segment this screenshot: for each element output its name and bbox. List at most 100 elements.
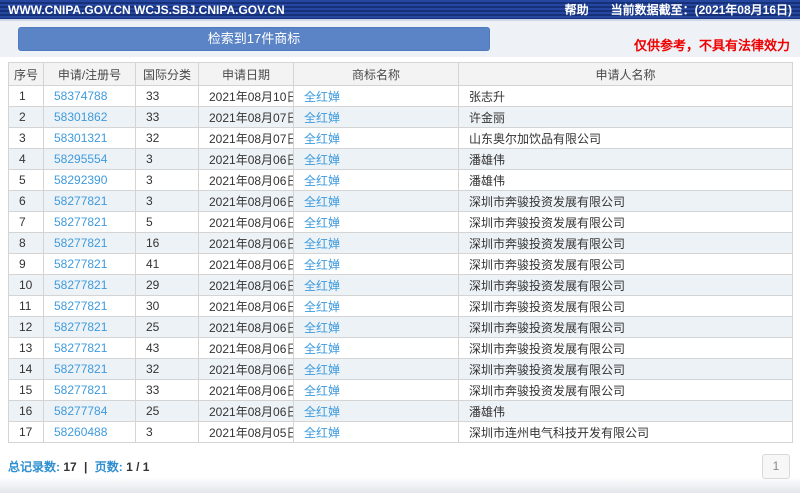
application-number-link[interactable]: 58277821: [54, 194, 107, 208]
cell-seq: 5: [9, 170, 44, 191]
application-number-link[interactable]: 58277821: [54, 341, 107, 355]
application-number-link[interactable]: 58277821: [54, 236, 107, 250]
trademark-name-link[interactable]: 全红婵: [304, 174, 340, 188]
application-number-link[interactable]: 58292390: [54, 173, 107, 187]
table-row: 3 58301321 32 2021年08月07日 全红婵 山东奥尔加饮品有限公…: [9, 128, 793, 149]
trademark-name-link[interactable]: 全红婵: [304, 153, 340, 167]
trademark-name-link[interactable]: 全红婵: [304, 132, 340, 146]
trademark-name-link[interactable]: 全红婵: [304, 237, 340, 251]
results-table-container: 序号 申请/注册号 国际分类 申请日期 商标名称 申请人名称 1 5837478…: [8, 62, 792, 443]
application-number-link[interactable]: 58277821: [54, 299, 107, 313]
trademark-name-link[interactable]: 全红婵: [304, 90, 340, 104]
footer-bar: 总记录数: 17 | 页数: 1 / 1 1: [8, 454, 790, 479]
page-1-button[interactable]: 1: [762, 454, 790, 479]
cell-application-date: 2021年08月05日: [199, 422, 294, 443]
trademark-name-link[interactable]: 全红婵: [304, 111, 340, 125]
cell-intl-class: 3: [136, 149, 199, 170]
application-number-link[interactable]: 58374788: [54, 89, 107, 103]
cell-application-number: 58277821: [44, 212, 136, 233]
cell-intl-class: 25: [136, 317, 199, 338]
trademark-name-link[interactable]: 全红婵: [304, 195, 340, 209]
trademark-name-link[interactable]: 全红婵: [304, 342, 340, 356]
total-records-label: 总记录数:: [8, 460, 60, 474]
cell-seq: 17: [9, 422, 44, 443]
cell-intl-class: 43: [136, 338, 199, 359]
cell-intl-class: 25: [136, 401, 199, 422]
trademark-name-link[interactable]: 全红婵: [304, 258, 340, 272]
cell-seq: 4: [9, 149, 44, 170]
cell-trademark-name: 全红婵: [294, 359, 459, 380]
trademark-name-link[interactable]: 全红婵: [304, 216, 340, 230]
trademark-name-link[interactable]: 全红婵: [304, 384, 340, 398]
application-number-link[interactable]: 58277821: [54, 215, 107, 229]
pages-label: 页数:: [95, 460, 123, 474]
trademark-name-link[interactable]: 全红婵: [304, 363, 340, 377]
cell-application-number: 58295554: [44, 149, 136, 170]
application-number-link[interactable]: 58295554: [54, 152, 107, 166]
cell-applicant-name: 深圳市奔骏投资发展有限公司: [459, 380, 793, 401]
bottom-edge-gradient: [0, 477, 800, 493]
table-row: 12 58277821 25 2021年08月06日 全红婵 深圳市奔骏投资发展…: [9, 317, 793, 338]
cell-seq: 8: [9, 233, 44, 254]
table-row: 6 58277821 3 2021年08月06日 全红婵 深圳市奔骏投资发展有限…: [9, 191, 793, 212]
record-status: 总记录数: 17 | 页数: 1 / 1: [8, 458, 149, 475]
cell-applicant-name: 许金丽: [459, 107, 793, 128]
cell-application-date: 2021年08月06日: [199, 380, 294, 401]
cell-application-number: 58277784: [44, 401, 136, 422]
table-row: 8 58277821 16 2021年08月06日 全红婵 深圳市奔骏投资发展有…: [9, 233, 793, 254]
application-number-link[interactable]: 58277821: [54, 383, 107, 397]
topbar-right-group: 帮助 当前数据截至：(2021年08月16日): [565, 1, 792, 18]
cell-applicant-name: 深圳市奔骏投资发展有限公司: [459, 212, 793, 233]
cell-trademark-name: 全红婵: [294, 86, 459, 107]
trademark-name-link[interactable]: 全红婵: [304, 405, 340, 419]
search-result-count-button[interactable]: 检索到17件商标: [18, 27, 490, 51]
cell-trademark-name: 全红婵: [294, 254, 459, 275]
cell-trademark-name: 全红婵: [294, 149, 459, 170]
cell-seq: 9: [9, 254, 44, 275]
legal-disclaimer-text: 仅供参考，不具有法律效力: [634, 35, 790, 54]
cell-intl-class: 30: [136, 296, 199, 317]
cell-seq: 14: [9, 359, 44, 380]
cell-application-date: 2021年08月06日: [199, 317, 294, 338]
application-number-link[interactable]: 58277821: [54, 278, 107, 292]
cell-intl-class: 41: [136, 254, 199, 275]
application-number-link[interactable]: 58260488: [54, 425, 107, 439]
cell-seq: 2: [9, 107, 44, 128]
cell-application-number: 58260488: [44, 422, 136, 443]
application-number-link[interactable]: 58301321: [54, 131, 107, 145]
cell-applicant-name: 深圳市奔骏投资发展有限公司: [459, 296, 793, 317]
cell-application-date: 2021年08月06日: [199, 170, 294, 191]
trademark-name-link[interactable]: 全红婵: [304, 279, 340, 293]
table-row: 13 58277821 43 2021年08月06日 全红婵 深圳市奔骏投资发展…: [9, 338, 793, 359]
cell-seq: 3: [9, 128, 44, 149]
status-pipe-separator: |: [80, 460, 91, 474]
cell-intl-class: 3: [136, 191, 199, 212]
cell-application-number: 58277821: [44, 233, 136, 254]
application-number-link[interactable]: 58301862: [54, 110, 107, 124]
table-row: 9 58277821 41 2021年08月06日 全红婵 深圳市奔骏投资发展有…: [9, 254, 793, 275]
table-row: 15 58277821 33 2021年08月06日 全红婵 深圳市奔骏投资发展…: [9, 380, 793, 401]
cell-trademark-name: 全红婵: [294, 128, 459, 149]
cell-seq: 6: [9, 191, 44, 212]
header-application-date: 申请日期: [199, 63, 294, 86]
application-number-link[interactable]: 58277821: [54, 320, 107, 334]
cell-application-number: 58277821: [44, 254, 136, 275]
trademark-name-link[interactable]: 全红婵: [304, 321, 340, 335]
cell-application-date: 2021年08月10日: [199, 86, 294, 107]
cell-seq: 10: [9, 275, 44, 296]
cell-trademark-name: 全红婵: [294, 317, 459, 338]
trademark-results-table: 序号 申请/注册号 国际分类 申请日期 商标名称 申请人名称 1 5837478…: [8, 62, 793, 443]
cell-trademark-name: 全红婵: [294, 275, 459, 296]
cell-application-number: 58301862: [44, 107, 136, 128]
cell-applicant-name: 潘雄伟: [459, 149, 793, 170]
trademark-name-link[interactable]: 全红婵: [304, 300, 340, 314]
application-number-link[interactable]: 58277821: [54, 362, 107, 376]
cell-application-date: 2021年08月06日: [199, 191, 294, 212]
top-navy-bar: WWW.CNIPA.GOV.CN WCJS.SBJ.CNIPA.GOV.CN 帮…: [0, 0, 800, 19]
application-number-link[interactable]: 58277784: [54, 404, 107, 418]
trademark-name-link[interactable]: 全红婵: [304, 426, 340, 440]
help-link[interactable]: 帮助: [565, 1, 589, 18]
cell-trademark-name: 全红婵: [294, 233, 459, 254]
application-number-link[interactable]: 58277821: [54, 257, 107, 271]
cell-intl-class: 16: [136, 233, 199, 254]
